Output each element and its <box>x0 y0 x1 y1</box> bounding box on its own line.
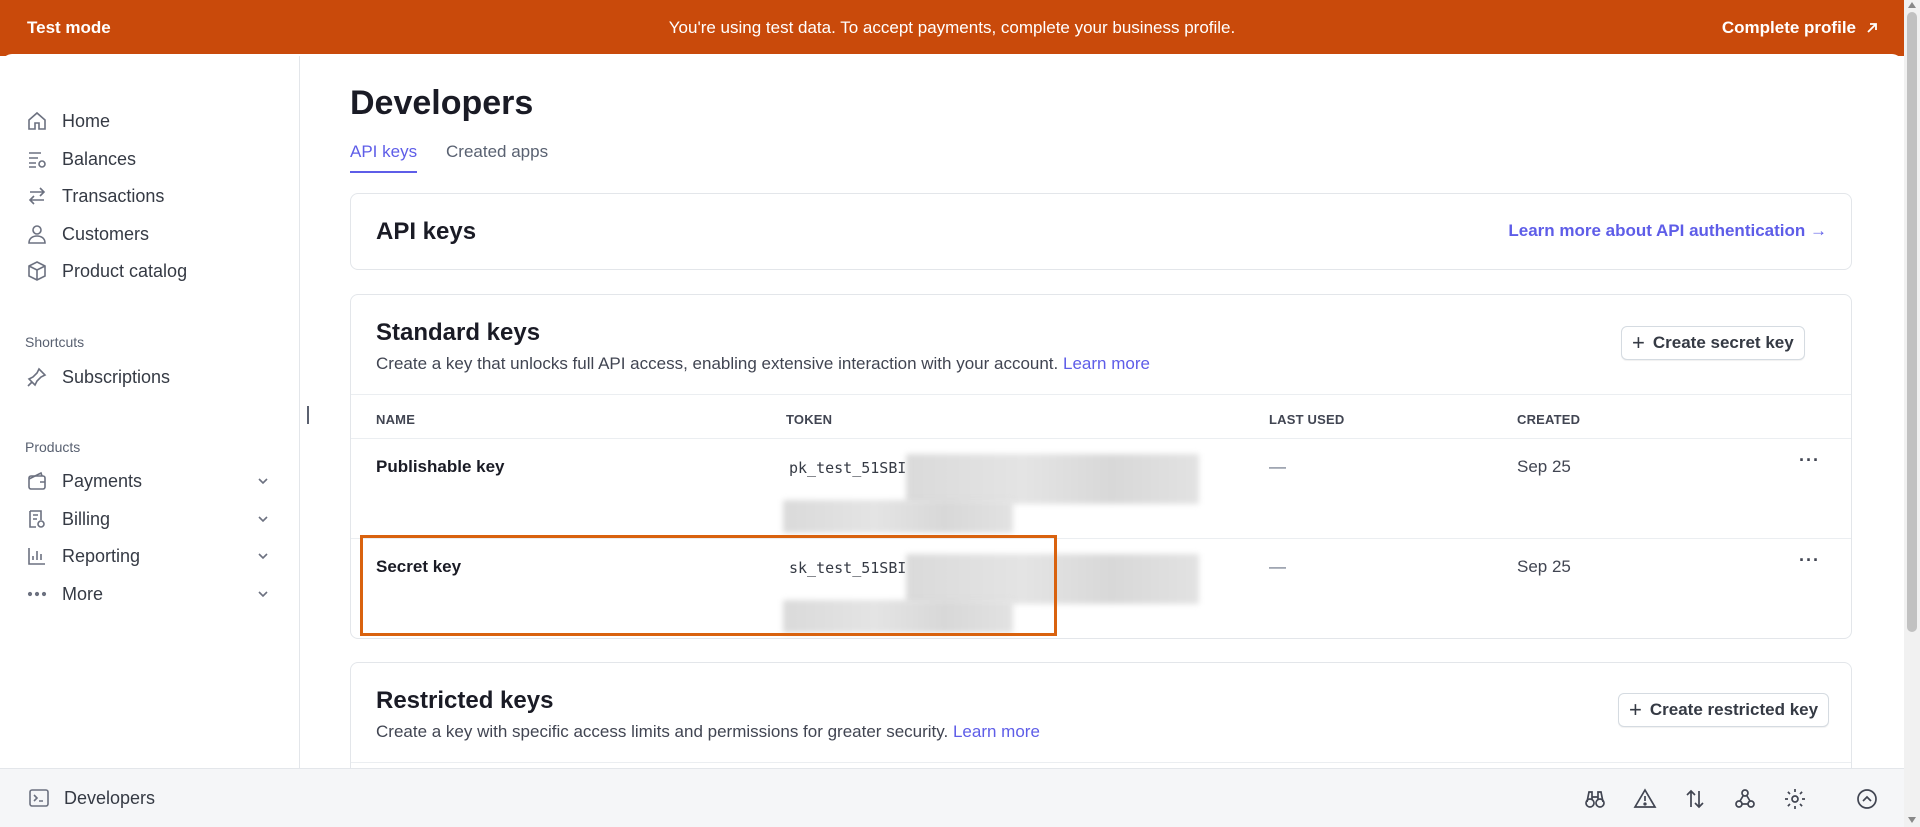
sidebar-item-customers[interactable]: Customers <box>26 223 149 245</box>
row-more-button[interactable]: ··· <box>1799 450 1820 471</box>
restricted-keys-learn-more-link[interactable]: Learn more <box>953 722 1040 741</box>
developers-toggle[interactable]: Developers <box>28 787 155 809</box>
column-header-name: NAME <box>376 412 416 427</box>
create-restricted-key-button[interactable]: + Create restricted key <box>1618 693 1830 727</box>
standard-keys-learn-more-link[interactable]: Learn more <box>1063 354 1150 373</box>
restricted-keys-heading: Restricted keys <box>376 687 554 714</box>
restricted-keys-description: Create a key with specific access limits… <box>376 722 1040 742</box>
restricted-keys-description-text: Create a key with specific access limits… <box>376 722 949 741</box>
sidebar-item-label: Payments <box>62 470 143 491</box>
sidebar-item-label: Product catalog <box>62 260 188 281</box>
person-icon <box>28 225 46 244</box>
sidebar-item-transactions[interactable]: Transactions <box>26 185 164 207</box>
key-token[interactable]: pk_test_51SBI <box>789 459 906 477</box>
gear-icon[interactable] <box>1783 787 1807 811</box>
create-secret-key-label: Create secret key <box>1652 333 1794 352</box>
tab-api-keys[interactable]: API keys <box>350 142 418 173</box>
shortcuts-heading: Shortcuts <box>25 334 85 350</box>
sidebar: Home Balances Transactions Customers Pro… <box>0 56 300 768</box>
table-divider <box>351 438 1851 439</box>
chevron-down-icon <box>258 591 268 598</box>
tab-created-apps[interactable]: Created apps <box>446 142 548 171</box>
sidebar-item-label: Transactions <box>62 185 165 206</box>
column-header-last-used: LAST USED <box>1269 412 1345 427</box>
table-divider <box>351 762 1851 763</box>
box-icon <box>28 261 46 281</box>
table-divider <box>351 394 1851 395</box>
sidebar-item-reporting[interactable]: Reporting <box>26 545 268 567</box>
plus-icon: + <box>1632 330 1645 355</box>
sidebar-item-label: Home <box>62 110 111 131</box>
sidebar-item-payments[interactable]: Payments <box>26 470 268 492</box>
redacted-token-blur <box>783 500 1013 533</box>
sidebar-item-more[interactable]: More <box>26 583 268 605</box>
last-used-value: — <box>1269 457 1286 476</box>
wallet-icon <box>28 471 46 490</box>
dots-icon <box>27 591 47 597</box>
home-icon <box>28 111 46 130</box>
transactions-icon <box>28 187 46 205</box>
sidebar-item-label: More <box>62 583 104 604</box>
chevron-up-circle-icon[interactable] <box>1855 787 1879 811</box>
sidebar-resize-handle[interactable] <box>307 406 309 424</box>
plus-icon: + <box>1629 697 1642 722</box>
external-arrow-icon <box>1867 23 1877 33</box>
api-keys-heading: API keys <box>376 218 477 245</box>
chevron-down-icon <box>258 478 268 485</box>
complete-profile-label: Complete profile <box>1721 18 1856 37</box>
standard-keys-heading: Standard keys <box>376 319 541 346</box>
secret-key-highlight <box>360 535 1057 636</box>
test-mode-banner: Test mode You're using test data. To acc… <box>0 0 1904 56</box>
binoculars-icon[interactable] <box>1583 787 1607 811</box>
arrows-updown-icon[interactable] <box>1683 787 1707 811</box>
pin-icon <box>27 367 47 387</box>
column-header-token: TOKEN <box>786 412 833 427</box>
create-restricted-key-label: Create restricted key <box>1649 700 1819 719</box>
webhook-icon[interactable] <box>1733 787 1757 811</box>
last-used-value: — <box>1269 557 1286 576</box>
billing-icon <box>29 510 45 528</box>
standard-keys-description-text: Create a key that unlocks full API acces… <box>376 354 1059 373</box>
api-keys-card: API keys Learn more about API authentica… <box>350 193 1852 270</box>
chart-icon <box>28 548 45 565</box>
column-header-created: CREATED <box>1517 412 1581 427</box>
standard-keys-description: Create a key that unlocks full API acces… <box>376 354 1150 374</box>
key-name: Publishable key <box>376 457 505 476</box>
terminal-icon <box>29 789 49 807</box>
chevron-down-icon <box>258 553 268 560</box>
bottom-toolbar: Developers <box>0 768 1904 827</box>
sidebar-item-billing[interactable]: Billing <box>26 508 268 530</box>
create-secret-key-button[interactable]: + Create secret key <box>1621 326 1805 360</box>
page-scrollbar[interactable] <box>1904 0 1920 827</box>
chevron-down-icon <box>258 516 268 523</box>
restricted-keys-card: Restricted keys Create a key with specif… <box>350 662 1852 782</box>
sidebar-item-balances[interactable]: Balances <box>26 148 136 170</box>
scroll-up-arrow-icon[interactable] <box>1908 2 1916 8</box>
created-value: Sep 25 <box>1517 457 1571 476</box>
sidebar-item-product-catalog[interactable]: Product catalog <box>26 260 187 282</box>
sidebar-item-label: Customers <box>62 223 150 244</box>
learn-more-api-auth-link[interactable]: Learn more about API authentication → <box>1508 221 1827 241</box>
sidebar-item-label: Subscriptions <box>62 366 171 387</box>
created-value: Sep 25 <box>1517 557 1571 576</box>
sidebar-item-label: Reporting <box>62 545 141 566</box>
products-heading: Products <box>25 439 81 455</box>
row-more-button[interactable]: ··· <box>1799 550 1820 571</box>
banner-message: You're using test data. To accept paymen… <box>668 18 1236 37</box>
sidebar-item-subscriptions[interactable]: Subscriptions <box>26 366 170 388</box>
complete-profile-link[interactable]: Complete profile <box>1722 18 1880 38</box>
warning-icon[interactable] <box>1633 787 1657 811</box>
sidebar-item-label: Billing <box>62 508 111 529</box>
scroll-down-arrow-icon[interactable] <box>1908 817 1916 823</box>
developers-label: Developers <box>64 787 156 808</box>
redacted-token-blur <box>906 454 1199 504</box>
sidebar-item-label: Balances <box>62 148 137 169</box>
sidebar-item-home[interactable]: Home <box>26 110 110 132</box>
balances-icon <box>29 152 46 168</box>
scrollbar-thumb[interactable] <box>1907 12 1917 632</box>
